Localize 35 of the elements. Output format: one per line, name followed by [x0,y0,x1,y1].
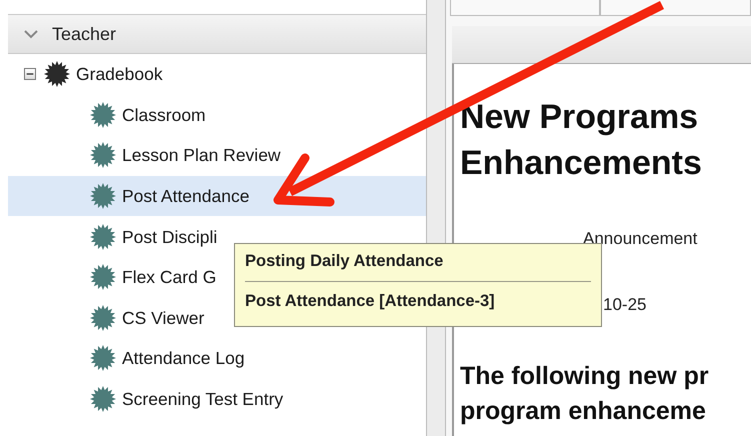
gear-icon [90,102,116,128]
gear-icon [90,345,116,372]
tree-item-label: CS Viewer [122,306,204,330]
tree-item-label: Classroom [122,104,206,127]
tree-item-label: Screening Test Entry [122,388,284,411]
gear-icon [44,61,70,88]
tree-item-row[interactable]: Screening Test Entry [8,378,426,420]
announcement-source: Announcement [582,228,698,250]
page-heading: Enhancements [460,143,703,184]
gear-icon [90,183,116,210]
tree-item-label: Lesson Plan Review [122,144,281,168]
tree-item-label: Post Discipli [122,226,218,249]
gear-icon [90,142,116,168]
tree-item-label: Post Attendance [122,184,250,208]
tooltip-detail: Post Attendance [Attendance-3] [245,290,496,312]
gear-icon [90,264,116,290]
tooltip-title: Posting Daily Attendance [245,251,444,272]
section-label: Teacher [52,22,116,46]
page-heading: New Programs [460,97,700,138]
tree-item-row[interactable]: Post Attendance [8,176,426,216]
tree-item-row[interactable]: Attendance Log [8,338,426,379]
tree-item-label: Flex Card G [122,266,216,290]
gear-icon [90,304,116,331]
gear-icon [90,386,116,412]
gear-icon [90,224,116,250]
tree-item[interactable]: Gradebook [76,61,163,88]
tree-item-label: Attendance Log [122,347,245,370]
chevron-icon[interactable] [24,29,38,39]
section-heading: program enhanceme [460,396,707,427]
collapse-icon[interactable] [24,68,36,80]
section-heading: The following new pr [460,361,710,392]
tab[interactable] [600,0,751,16]
tree-item-row[interactable]: Lesson Plan Review [8,135,426,176]
tree-item-row[interactable]: Classroom [8,94,426,136]
section-header[interactable]: Teacher [8,14,426,54]
